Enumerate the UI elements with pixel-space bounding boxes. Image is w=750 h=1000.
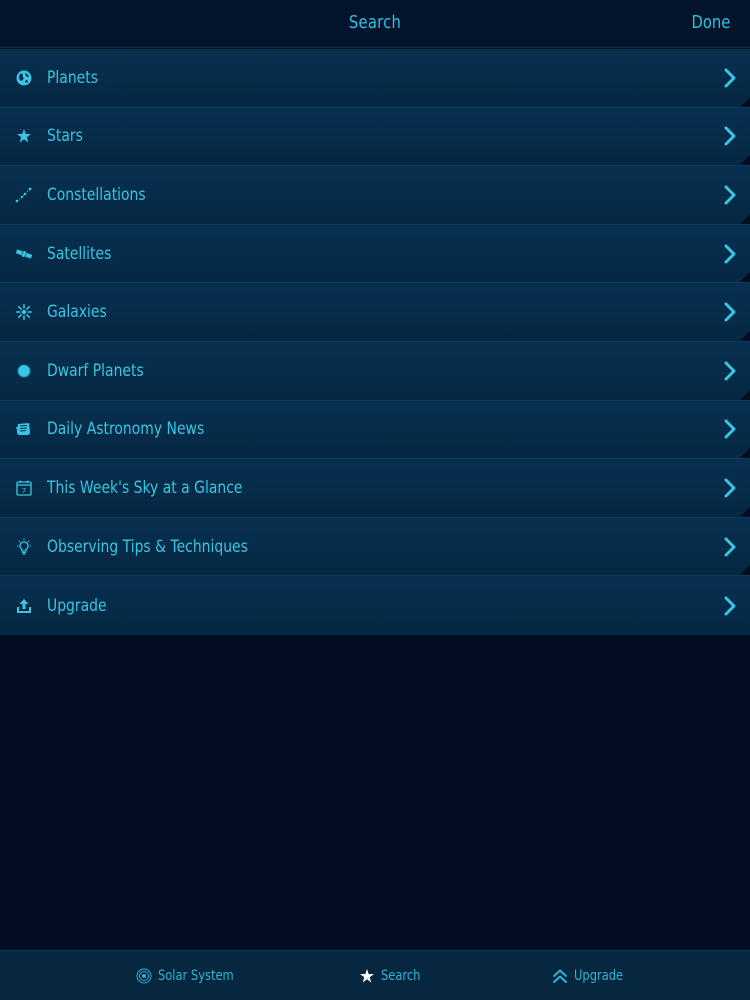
constellation-icon — [15, 186, 33, 204]
star-icon — [15, 127, 33, 145]
row-corner-notch — [740, 96, 750, 107]
list-item-satellites[interactable]: Satellites — [0, 224, 750, 284]
row-corner-notch — [740, 389, 750, 400]
list-item-planets[interactable]: Planets — [0, 49, 750, 108]
navigation-bar: Search Done — [0, 0, 750, 48]
list-item-label: Constellations — [47, 184, 146, 205]
done-button[interactable]: Done — [691, 12, 730, 33]
list-item-stars[interactable]: Stars — [0, 107, 750, 167]
row-corner-notch — [740, 272, 750, 283]
row-corner-notch — [740, 213, 750, 224]
list-item-label: Dwarf Planets — [47, 360, 144, 381]
tab-label: Search — [381, 968, 421, 984]
chevron-right-icon — [724, 244, 736, 264]
tab-upgrade[interactable]: Upgrade — [552, 951, 634, 1000]
list-item-galaxies[interactable]: Galaxies — [0, 283, 750, 342]
list-item-daily-astronomy-news[interactable]: Daily Astronomy News — [0, 400, 750, 460]
list-item-label: Stars — [47, 126, 83, 147]
tab-solar-system[interactable]: Solar System — [136, 951, 250, 1000]
list-item-dwarf-planets[interactable]: Dwarf Planets — [0, 341, 750, 401]
lightbulb-icon — [15, 538, 33, 556]
tab-bar: Solar System Search Upgrade — [0, 950, 750, 1000]
upgrade-icon — [15, 597, 33, 615]
solar-system-icon — [136, 968, 152, 984]
row-corner-notch — [740, 330, 750, 341]
list-item-label: Observing Tips & Techniques — [47, 536, 248, 557]
tab-search[interactable]: Search — [359, 951, 429, 1000]
star-icon — [360, 969, 374, 983]
list-item-constellations[interactable]: Constellations — [0, 166, 750, 225]
chevron-right-icon — [724, 68, 736, 88]
list-item-upgrade[interactable]: Upgrade — [0, 576, 750, 635]
row-corner-notch — [740, 565, 750, 576]
chevron-right-icon — [724, 126, 736, 146]
list-item-label: Satellites — [47, 243, 112, 264]
chevron-right-icon — [724, 419, 736, 439]
chevron-right-icon — [724, 596, 736, 616]
chevron-right-icon — [724, 302, 736, 322]
chevron-right-icon — [724, 478, 736, 498]
page-title: Search — [348, 12, 402, 33]
chevron-right-icon — [724, 361, 736, 381]
row-corner-notch — [740, 448, 750, 459]
list-item-label: This Week's Sky at a Glance — [47, 477, 243, 498]
tab-label: Solar System — [158, 968, 234, 984]
news-icon — [15, 420, 33, 438]
chevron-right-icon — [724, 537, 736, 557]
list-item-label: Galaxies — [47, 302, 107, 323]
app-window: Search Done Planets Stars Constellations — [0, 0, 750, 1000]
category-list: Planets Stars Constellations Satellites … — [0, 49, 750, 635]
list-item-label: Upgrade — [47, 595, 107, 616]
satellite-icon — [15, 245, 33, 263]
calendar-day-number: 7 — [22, 487, 26, 495]
list-item-label: Daily Astronomy News — [47, 419, 205, 440]
tab-label: Upgrade — [574, 968, 624, 984]
list-item-weekly-sky[interactable]: 7 This Week's Sky at a Glance — [0, 459, 750, 518]
calendar-icon: 7 — [15, 479, 33, 497]
double-chevron-up-icon — [553, 969, 567, 983]
galaxy-icon — [15, 303, 33, 321]
chevron-right-icon — [724, 185, 736, 205]
list-item-label: Planets — [47, 67, 98, 88]
globe-icon — [15, 69, 33, 87]
row-corner-notch — [740, 155, 750, 166]
list-item-observing-tips[interactable]: Observing Tips & Techniques — [0, 517, 750, 577]
dwarf-planet-icon — [15, 362, 33, 380]
row-corner-notch — [740, 506, 750, 517]
